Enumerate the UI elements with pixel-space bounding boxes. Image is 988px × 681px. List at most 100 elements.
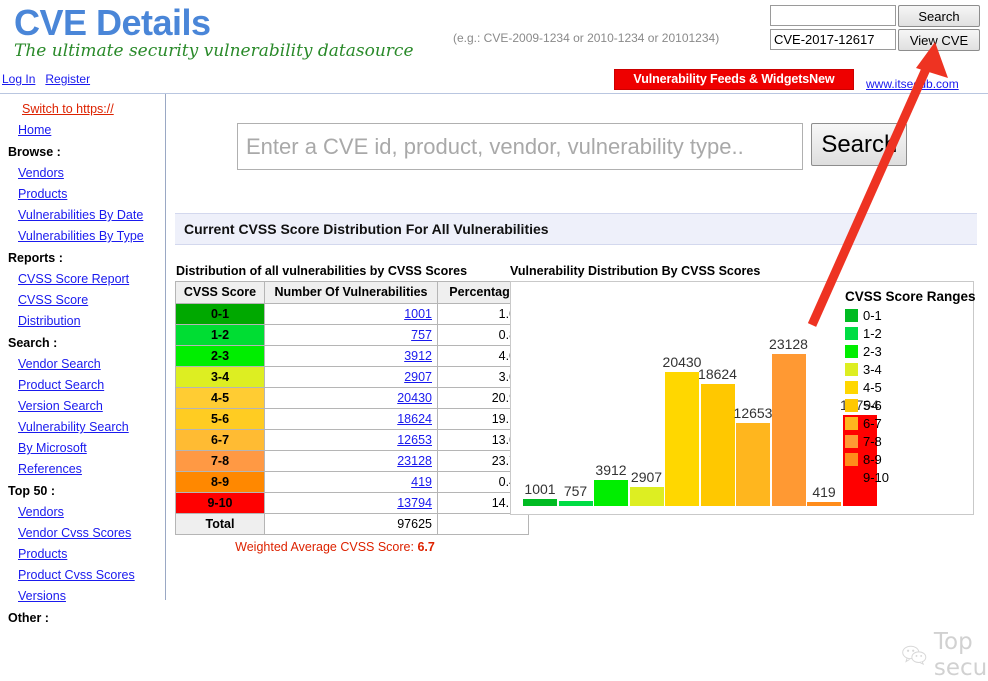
sidebar-item-vulnerability-search[interactable]: Vulnerability Search [0, 417, 165, 438]
vulnerability-feeds-banner[interactable]: Vulnerability Feeds & WidgetsNew [614, 69, 854, 90]
chart-bar-group: 18624 [698, 292, 737, 506]
view-cve-button[interactable]: View CVE [898, 29, 980, 51]
sidebar-item-cvss-score[interactable]: CVSS Score [0, 290, 165, 311]
chart-plot-area: 1001 757 3912 2907 20430 18624 12653 23128 419 13… [517, 292, 879, 506]
chart-legend-label: 6-7 [863, 415, 882, 431]
sidebar-item-vulnerabilities-by-date[interactable]: Vulnerabilities By Date [0, 205, 165, 226]
chart-bar-group: 419 [807, 292, 841, 506]
cell-vulnerability-count: 13794 [264, 492, 438, 514]
table-row: 8-94190.40 [175, 471, 529, 493]
vulnerability-count-link[interactable]: 2907 [404, 370, 432, 384]
vulnerability-count-link[interactable]: 757 [411, 328, 432, 342]
chart-legend-label: 5-6 [863, 397, 882, 413]
vulnerability-count-link[interactable]: 1001 [404, 307, 432, 321]
chart-bar [665, 372, 699, 506]
cell-vulnerability-count: 757 [264, 324, 438, 346]
cell-vulnerability-count: 20430 [264, 387, 438, 409]
chart-legend-item: 6-7 [845, 414, 965, 432]
vulnerability-count-link[interactable]: 12653 [397, 433, 432, 447]
sidebar-item-home[interactable]: Home [0, 120, 165, 141]
sidebar-section-search: Search : [8, 336, 58, 350]
chart-legend: CVSS Score Ranges 0-1 1-2 2-3 3-4 4-5 5-6 6-7 7… [845, 289, 976, 486]
chart-legend-swatch [845, 416, 858, 430]
primary-search-button[interactable]: Search [811, 123, 908, 166]
distribution-chart-panel: Vulnerability Distribution By CVSS Score… [510, 264, 980, 515]
table-row: 9-10 13794 14.10 [175, 492, 529, 514]
sidebar-item-by-microsoft[interactable]: By Microsoft [0, 438, 165, 459]
sidebar-item-vendor-cvss-scores[interactable]: Vendor Cvss Scores [0, 523, 165, 544]
chart-legend-item: 5-6 [845, 396, 965, 414]
header-search-button[interactable]: Search [898, 5, 980, 27]
chart-bar [558, 501, 593, 506]
sidebar-item-versions[interactable]: Versions [0, 586, 165, 607]
vulnerability-count-link[interactable]: 13794 [397, 496, 432, 510]
chart-legend-item: 3-4 [845, 360, 965, 378]
sidebar-item-vendors[interactable]: Vendors [0, 163, 165, 184]
chart-legend-swatch [845, 308, 858, 322]
chart-legend-label: 7-8 [863, 433, 882, 449]
distribution-table-caption: Distribution of all vulnerabilities by C… [176, 264, 468, 278]
chart-legend-item: 0-1 [845, 306, 965, 324]
sidebar-item-distribution[interactable]: Distribution [0, 311, 165, 332]
chart-bar-value-label: 2907 [630, 469, 663, 485]
cell-total-label: Total [175, 513, 265, 535]
cell-cvss-score: 6-7 [175, 429, 265, 451]
weighted-average-label: Weighted Average CVSS Score: [235, 540, 418, 554]
sidebar-section-other: Other : [8, 611, 49, 625]
cve-example-hint: (e.g.: CVE-2009-1234 or 2010-1234 or 201… [453, 31, 720, 45]
weighted-average-value: 6.7 [417, 540, 435, 554]
vulnerability-count-link[interactable]: 18624 [397, 412, 432, 426]
chart-legend-swatch [845, 344, 858, 358]
vulnerability-count-link[interactable]: 20430 [397, 391, 432, 405]
sidebar-item-vendor-search[interactable]: Vendor Search [0, 354, 165, 375]
sidebar-item-vulnerabilities-by-type[interactable]: Vulnerabilities By Type [0, 226, 165, 247]
cvss-distribution-table: CVSS Score Number Of Vulnerabilities Per… [175, 281, 529, 535]
sidebar-item-products[interactable]: Products [0, 184, 165, 205]
cell-vulnerability-count: 18624 [264, 408, 438, 430]
register-link[interactable]: Register [45, 72, 90, 86]
sidebar-item-references[interactable]: References [0, 459, 165, 480]
chart-bar [771, 354, 806, 506]
chart-legend-label: 8-9 [863, 451, 882, 467]
chart-bar [700, 384, 735, 506]
chart-bar-value-label: 419 [812, 484, 836, 500]
chart-legend-label: 0-1 [863, 307, 882, 323]
header-cve-id-input[interactable] [770, 29, 896, 50]
chart-bar [736, 423, 770, 506]
page-title: Current CVSS Score Distribution For All … [184, 221, 549, 237]
chart-bar-value-label: 20430 [662, 354, 702, 370]
sidebar-item-vendors[interactable]: Vendors [0, 502, 165, 523]
chart-bar-group: 2907 [629, 292, 664, 506]
chart-bar-group: 3912 [594, 292, 628, 506]
chart-legend-label: 2-3 [863, 343, 882, 359]
table-row: 2-339124.00 [175, 345, 529, 367]
cell-cvss-score: 5-6 [175, 408, 265, 430]
itsecdb-link[interactable]: www.itsecdb.com [866, 77, 959, 91]
chart-legend-swatch [845, 380, 858, 394]
chart-legend-swatch [845, 362, 858, 376]
cell-vulnerability-count: 2907 [264, 366, 438, 388]
bar-chart: 1001 757 3912 2907 20430 18624 12653 23128 419 13… [510, 281, 976, 515]
sidebar-item-product-cvss-scores[interactable]: Product Cvss Scores [0, 565, 165, 586]
chart-bar-value-label: 3912 [595, 462, 627, 478]
login-link[interactable]: Log In [2, 72, 35, 86]
auth-links: Log In Register [2, 72, 100, 86]
sidebar-item-switch-to-https[interactable]: Switch to https:// [0, 99, 165, 120]
chart-legend-item: 4-5 [845, 378, 965, 396]
header-search-input[interactable] [770, 5, 896, 26]
site-header: CVE Details The ultimate security vulner… [0, 0, 988, 94]
primary-search-input[interactable] [237, 123, 803, 170]
chart-legend-swatch [845, 434, 858, 448]
vulnerability-count-link[interactable]: 419 [411, 475, 432, 489]
sidebar-item-cvss-score-report[interactable]: CVSS Score Report [0, 269, 165, 290]
sidebar-item-products[interactable]: Products [0, 544, 165, 565]
table-row: 6-7 12653 13.00 [175, 429, 529, 451]
cell-vulnerability-count: 419 [264, 471, 438, 493]
sidebar-item-version-search[interactable]: Version Search [0, 396, 165, 417]
chart-legend-label: 3-4 [863, 361, 882, 377]
vulnerability-count-link[interactable]: 23128 [397, 454, 432, 468]
sidebar-item-product-search[interactable]: Product Search [0, 375, 165, 396]
cell-vulnerability-count: 23128 [264, 450, 438, 472]
chart-bar-value-label: 12653 [733, 405, 773, 421]
vulnerability-count-link[interactable]: 3912 [404, 349, 432, 363]
